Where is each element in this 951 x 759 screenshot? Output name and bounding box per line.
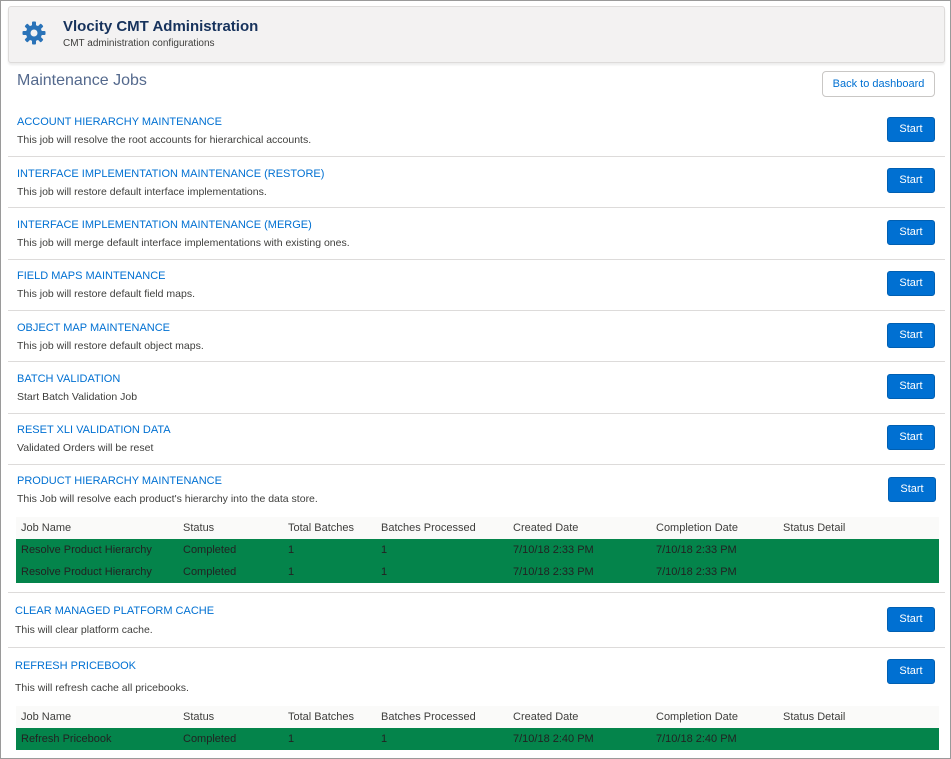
job-description: This job will restore default field maps… <box>17 288 195 300</box>
created-date-cell: 7/10/18 2:33 PM <box>513 544 594 556</box>
total-batches-cell: 1 <box>288 544 295 556</box>
table-row: Resolve Product Hierarchy Completed 1 1 … <box>16 561 939 583</box>
back-to-dashboard-button[interactable]: Back to dashboard <box>822 71 935 97</box>
page-header: Vlocity CMT Administration CMT administr… <box>8 6 945 63</box>
job-description: This will clear platform cache. <box>15 624 153 636</box>
job-title[interactable]: RESET XLI VALIDATION DATA <box>17 424 171 436</box>
created-date-cell: 7/10/18 2:33 PM <box>513 566 594 578</box>
column-header: Completion Date <box>656 711 738 723</box>
job-account-hierarchy: ACCOUNT HIERARCHY MAINTENANCE This job w… <box>8 106 945 157</box>
job-name-cell: Refresh Pricebook <box>21 733 112 745</box>
column-header: Completion Date <box>656 522 738 534</box>
status-cell: Completed <box>183 733 237 745</box>
table-row: Resolve Product Hierarchy Completed 1 1 … <box>16 539 939 561</box>
page-title: Maintenance Jobs <box>17 72 147 89</box>
column-header: Total Batches <box>288 711 355 723</box>
job-title[interactable]: REFRESH PRICEBOOK <box>15 660 136 672</box>
job-title[interactable]: CLEAR MANAGED PLATFORM CACHE <box>15 605 214 617</box>
job-description: Validated Orders will be reset <box>17 442 154 454</box>
app-subtitle: CMT administration configurations <box>63 38 215 49</box>
pricebook-results-table: Job Name Status Total Batches Batches Pr… <box>16 706 939 750</box>
job-title[interactable]: INTERFACE IMPLEMENTATION MAINTENANCE (ME… <box>17 219 312 231</box>
completion-date-cell: 7/10/18 2:33 PM <box>656 544 737 556</box>
column-header: Status <box>183 711 215 723</box>
table-header-row: Job Name Status Total Batches Batches Pr… <box>16 517 939 539</box>
column-header: Created Date <box>513 711 579 723</box>
start-button-interface-merge[interactable]: Start <box>887 220 935 245</box>
created-date-cell: 7/10/18 2:40 PM <box>513 733 594 745</box>
app-frame: Vlocity CMT Administration CMT administr… <box>0 0 951 759</box>
job-description: This Job will resolve each product's hie… <box>17 493 318 505</box>
job-title[interactable]: ACCOUNT HIERARCHY MAINTENANCE <box>17 116 222 128</box>
table-row: Refresh Pricebook Completed 1 1 7/10/18 … <box>16 728 939 750</box>
total-batches-cell: 1 <box>288 566 295 578</box>
completion-date-cell: 7/10/18 2:40 PM <box>656 733 737 745</box>
job-reset-xli: RESET XLI VALIDATION DATA Validated Orde… <box>8 414 945 465</box>
job-clear-platform-cache: CLEAR MANAGED PLATFORM CACHE This will c… <box>8 593 945 648</box>
batches-processed-cell: 1 <box>381 566 388 578</box>
start-button-account-hierarchy[interactable]: Start <box>887 117 935 142</box>
job-description: This job will merge default interface im… <box>17 237 350 249</box>
job-description: This will refresh cache all pricebooks. <box>15 682 189 694</box>
column-header: Job Name <box>21 711 72 723</box>
job-interface-restore: INTERFACE IMPLEMENTATION MAINTENANCE (RE… <box>8 157 945 208</box>
status-cell: Completed <box>183 566 237 578</box>
job-title[interactable]: INTERFACE IMPLEMENTATION MAINTENANCE (RE… <box>17 168 324 180</box>
start-button-field-maps[interactable]: Start <box>887 271 935 296</box>
batches-processed-cell: 1 <box>381 733 388 745</box>
start-button-batch-validation[interactable]: Start <box>887 374 935 399</box>
job-title[interactable]: BATCH VALIDATION <box>17 373 120 385</box>
status-cell: Completed <box>183 544 237 556</box>
job-interface-merge: INTERFACE IMPLEMENTATION MAINTENANCE (ME… <box>8 208 945 260</box>
table-header-row: Job Name Status Total Batches Batches Pr… <box>16 706 939 728</box>
column-header: Status <box>183 522 215 534</box>
job-title[interactable]: FIELD MAPS MAINTENANCE <box>17 270 166 282</box>
job-title[interactable]: PRODUCT HIERARCHY MAINTENANCE <box>17 475 222 487</box>
start-button-reset-xli[interactable]: Start <box>887 425 935 450</box>
completion-date-cell: 7/10/18 2:33 PM <box>656 566 737 578</box>
start-button-interface-restore[interactable]: Start <box>887 168 935 193</box>
job-title[interactable]: OBJECT MAP MAINTENANCE <box>17 322 170 334</box>
job-object-map: OBJECT MAP MAINTENANCE This job will res… <box>8 311 945 362</box>
job-description: Start Batch Validation Job <box>17 391 138 403</box>
column-header: Status Detail <box>783 522 846 534</box>
column-header: Total Batches <box>288 522 355 534</box>
job-name-cell: Resolve Product Hierarchy <box>21 566 152 578</box>
gear-icon <box>22 21 46 45</box>
column-header: Status Detail <box>783 711 846 723</box>
job-batch-validation: BATCH VALIDATION Start Batch Validation … <box>8 362 945 414</box>
job-description: This job will resolve the root accounts … <box>17 134 312 146</box>
column-header: Batches Processed <box>381 711 476 723</box>
start-button-clear-platform-cache[interactable]: Start <box>887 607 935 632</box>
job-description: This job will restore default interface … <box>17 186 267 198</box>
job-name-cell: Resolve Product Hierarchy <box>21 544 152 556</box>
app-title: Vlocity CMT Administration <box>63 18 259 35</box>
column-header: Batches Processed <box>381 522 476 534</box>
start-button-object-map[interactable]: Start <box>887 323 935 348</box>
batches-processed-cell: 1 <box>381 544 388 556</box>
total-batches-cell: 1 <box>288 733 295 745</box>
column-header: Created Date <box>513 522 579 534</box>
job-field-maps: FIELD MAPS MAINTENANCE This job will res… <box>8 260 945 311</box>
start-button-product-hierarchy[interactable]: Start <box>888 477 936 502</box>
job-description: This job will restore default object map… <box>17 340 204 352</box>
column-header: Job Name <box>21 522 72 534</box>
start-button-refresh-pricebook[interactable]: Start <box>887 659 935 684</box>
product-hierarchy-results-table: Job Name Status Total Batches Batches Pr… <box>16 517 939 583</box>
